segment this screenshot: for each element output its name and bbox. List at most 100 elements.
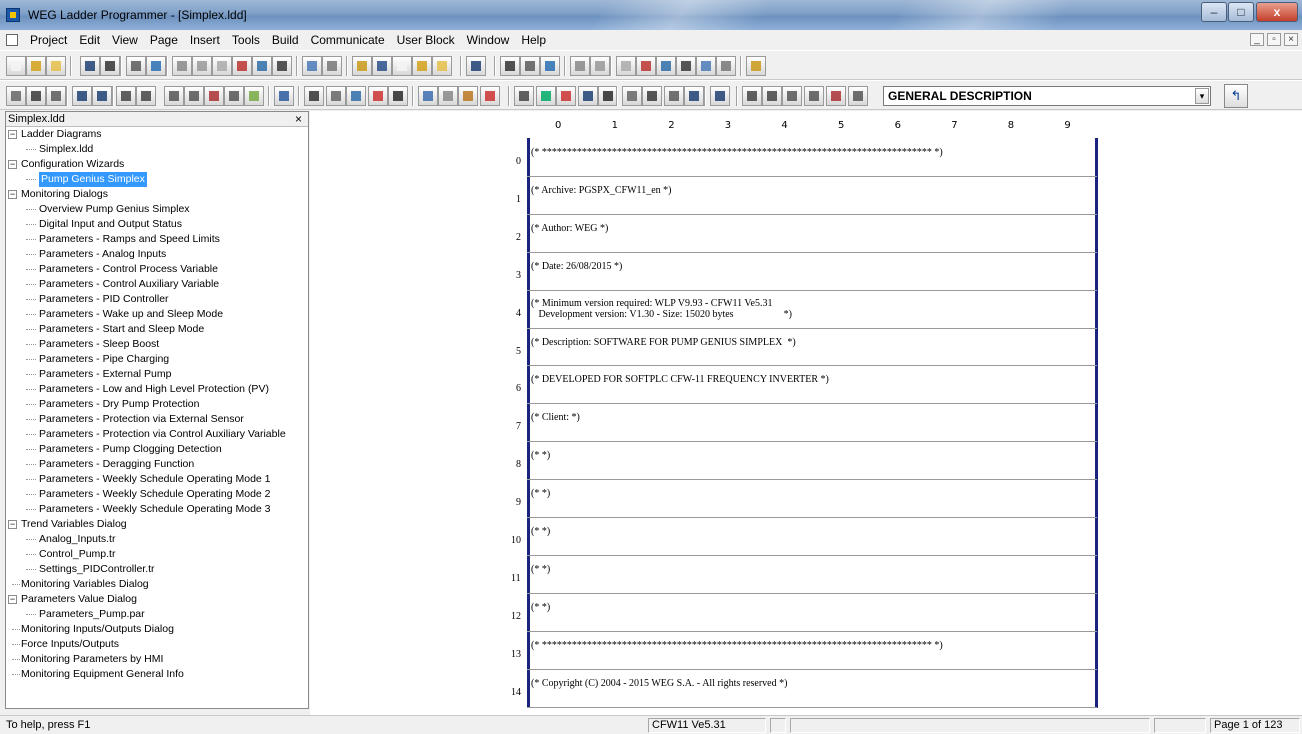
tree-node[interactable]: Settings_PIDController.tr	[6, 562, 308, 577]
tree-node[interactable]: Parameters - Control Process Variable	[6, 262, 308, 277]
minimize-button[interactable]: –	[1201, 2, 1227, 22]
toolbar-button-icon[interactable]	[192, 56, 212, 76]
toolbar-button-icon[interactable]	[742, 86, 762, 106]
toolbar-button-icon[interactable]	[642, 86, 662, 106]
toolbar-button-icon[interactable]	[710, 86, 730, 106]
tree-node[interactable]: − Configuration Wizards	[6, 157, 308, 172]
toolbar-button-icon[interactable]	[762, 86, 782, 106]
toolbar-button-icon[interactable]	[676, 56, 696, 76]
tree-node[interactable]: Parameters - Start and Sleep Mode	[6, 322, 308, 337]
toolbar-button-icon[interactable]	[6, 86, 26, 106]
menu-item-edit[interactable]: Edit	[73, 33, 106, 47]
toolbar-button-icon[interactable]	[272, 56, 292, 76]
rung-comment[interactable]: (* Author: WEG *)	[531, 223, 608, 234]
tree-node[interactable]: Force Inputs/Outputs	[6, 637, 308, 652]
toolbar-button-icon[interactable]	[746, 56, 766, 76]
menu-item-window[interactable]: Window	[461, 33, 516, 47]
rung-comment[interactable]: (* *************************************…	[531, 640, 943, 651]
toolbar-button-icon[interactable]	[116, 86, 136, 106]
collapse-icon[interactable]: −	[8, 160, 17, 169]
toolbar-button-icon[interactable]	[716, 56, 736, 76]
toolbar-button-icon[interactable]	[392, 56, 412, 76]
toolbar-button-icon[interactable]	[536, 86, 556, 106]
tree-node[interactable]: Monitoring Parameters by HMI	[6, 652, 308, 667]
toolbar-button-icon[interactable]	[100, 56, 120, 76]
mdi-restore-button[interactable]: ▫	[1267, 33, 1281, 46]
tree-node[interactable]: Parameters - Ramps and Speed Limits	[6, 232, 308, 247]
maximize-button[interactable]: □	[1228, 2, 1254, 22]
rung-comment[interactable]: (* Date: 26/08/2015 *)	[531, 261, 622, 272]
toolbar-button-icon[interactable]	[212, 56, 232, 76]
collapse-icon[interactable]: −	[8, 595, 17, 604]
tree-node[interactable]: Control_Pump.tr	[6, 547, 308, 562]
tree-node[interactable]: Parameters - Pump Clogging Detection	[6, 442, 308, 457]
description-select[interactable]: GENERAL DESCRIPTION	[883, 86, 1211, 106]
rung-comment[interactable]: (* Client: *)	[531, 412, 580, 423]
tree-node[interactable]: Parameters_Pump.par	[6, 607, 308, 622]
rung-comment[interactable]: (* Description: SOFTWARE FOR PUMP GENIUS…	[531, 337, 796, 348]
toolbar-button-icon[interactable]	[480, 86, 500, 106]
menu-item-view[interactable]: View	[106, 33, 144, 47]
tree-node[interactable]: Parameters - Weekly Schedule Operating M…	[6, 472, 308, 487]
toolbar-button-icon[interactable]	[164, 86, 184, 106]
toolbar-button-icon[interactable]	[126, 56, 146, 76]
toolbar-button-icon[interactable]	[782, 86, 802, 106]
toolbar-button-icon[interactable]	[664, 86, 684, 106]
toolbar-button-icon[interactable]	[458, 86, 478, 106]
rung-comment[interactable]: (* *)	[531, 488, 550, 499]
toolbar-button-icon[interactable]	[412, 56, 432, 76]
toolbar-button-icon[interactable]	[432, 56, 452, 76]
menu-item-user-block[interactable]: User Block	[391, 33, 461, 47]
tree-node[interactable]: Parameters - Wake up and Sleep Mode	[6, 307, 308, 322]
toggle-icon[interactable]: ↰	[1224, 84, 1248, 108]
toolbar-button-icon[interactable]	[540, 56, 560, 76]
toolbar-button-icon[interactable]	[684, 86, 704, 106]
rung-comment[interactable]: (* Archive: PGSPX_CFW11_en *)	[531, 185, 671, 196]
toolbar-button-icon[interactable]	[388, 86, 408, 106]
tree-node[interactable]: − Monitoring Dialogs	[6, 187, 308, 202]
tree-node[interactable]: Monitoring Variables Dialog	[6, 577, 308, 592]
toolbar-button-icon[interactable]	[598, 86, 618, 106]
tree-node[interactable]: Parameters - Weekly Schedule Operating M…	[6, 487, 308, 502]
toolbar-button-icon[interactable]	[418, 86, 438, 106]
toolbar-button-icon[interactable]	[500, 56, 520, 76]
tree-node[interactable]: − Ladder Diagrams	[6, 127, 308, 142]
toolbar-button-icon[interactable]	[224, 86, 244, 106]
toolbar-button-icon[interactable]	[848, 86, 868, 106]
mdi-close-button[interactable]: ×	[1284, 33, 1298, 46]
toolbar-button-icon[interactable]	[92, 86, 112, 106]
menu-item-page[interactable]: Page	[144, 33, 184, 47]
toolbar-button-icon[interactable]	[804, 86, 824, 106]
tree-node[interactable]: Parameters - Control Auxiliary Variable	[6, 277, 308, 292]
toolbar-button-icon[interactable]	[556, 86, 576, 106]
menu-item-help[interactable]: Help	[515, 33, 552, 47]
toolbar-button-icon[interactable]	[302, 56, 322, 76]
toolbar-button-icon[interactable]	[372, 56, 392, 76]
toolbar-button-icon[interactable]	[466, 56, 486, 76]
toolbar-button-icon[interactable]	[274, 86, 294, 106]
tree-node[interactable]: Analog_Inputs.tr	[6, 532, 308, 547]
toolbar-button-icon[interactable]	[438, 86, 458, 106]
toolbar-button-icon[interactable]	[622, 86, 642, 106]
menu-item-project[interactable]: Project	[24, 33, 73, 47]
tree-node[interactable]: Parameters - Protection via Control Auxi…	[6, 427, 308, 442]
tree-node[interactable]: Simplex.ldd	[6, 142, 308, 157]
toolbar-button-icon[interactable]	[616, 56, 636, 76]
toolbar-button-icon[interactable]	[346, 86, 366, 106]
rung-comment[interactable]: (* *)	[531, 526, 550, 537]
toolbar-button-icon[interactable]	[46, 56, 66, 76]
tree-node[interactable]: Parameters - Weekly Schedule Operating M…	[6, 502, 308, 517]
toolbar-button-icon[interactable]	[46, 86, 66, 106]
tree-node[interactable]: − Parameters Value Dialog	[6, 592, 308, 607]
rung-comment[interactable]: (* Minimum version required: WLP V9.93 -…	[531, 298, 792, 320]
tree-node[interactable]: − Trend Variables Dialog	[6, 517, 308, 532]
document-icon[interactable]	[6, 34, 18, 46]
tree-node[interactable]: Parameters - Protection via External Sen…	[6, 412, 308, 427]
collapse-icon[interactable]: −	[8, 130, 17, 139]
menu-item-tools[interactable]: Tools	[226, 33, 266, 47]
toolbar-button-icon[interactable]	[570, 56, 590, 76]
toolbar-button-icon[interactable]	[352, 56, 372, 76]
collapse-icon[interactable]: −	[8, 520, 17, 529]
toolbar-button-icon[interactable]	[514, 86, 534, 106]
toolbar-button-icon[interactable]	[232, 56, 252, 76]
